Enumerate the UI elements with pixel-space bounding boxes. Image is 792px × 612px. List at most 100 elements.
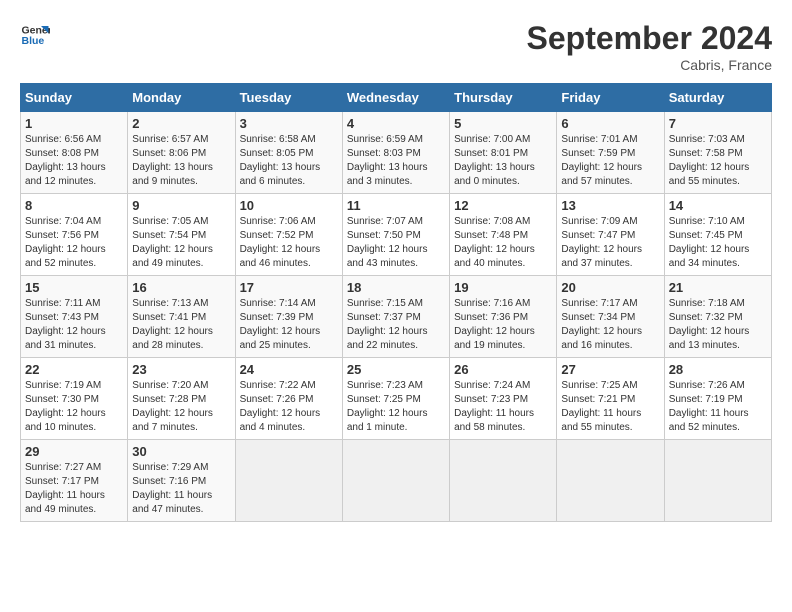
day-detail: Sunrise: 7:01 AMSunset: 7:59 PMDaylight:… <box>561 133 659 189</box>
calendar-day-cell: 18 Sunrise: 7:15 AMSunset: 7:37 PMDayligh… <box>342 276 449 358</box>
calendar-day-cell <box>557 440 664 522</box>
calendar-day-cell: 14 Sunrise: 7:10 AMSunset: 7:45 PMDayligh… <box>664 194 771 276</box>
day-detail: Sunrise: 7:20 AMSunset: 7:28 PMDaylight:… <box>132 379 230 435</box>
day-detail: Sunrise: 7:18 AMSunset: 7:32 PMDaylight:… <box>669 297 767 353</box>
header: General Blue September 2024 Cabris, Fran… <box>20 20 772 73</box>
calendar-day-cell: 10 Sunrise: 7:06 AMSunset: 7:52 PMDayligh… <box>235 194 342 276</box>
day-number: 6 <box>561 116 659 131</box>
calendar-day-cell: 17Sunrise: 7:14 AMSunset: 7:39 PMDayligh… <box>235 276 342 358</box>
calendar-day-cell: 23 Sunrise: 7:20 AMSunset: 7:28 PMDayligh… <box>128 358 235 440</box>
day-detail: Sunrise: 7:04 AMSunset: 7:56 PMDaylight:… <box>25 215 123 271</box>
day-number: 28 <box>669 362 767 377</box>
calendar-day-cell: 16 Sunrise: 7:13 AMSunset: 7:41 PMDayligh… <box>128 276 235 358</box>
calendar-week-row: 1Sunrise: 6:56 AMSunset: 8:08 PMDaylight… <box>21 112 772 194</box>
calendar-day-cell: 22 Sunrise: 7:19 AMSunset: 7:30 PMDayligh… <box>21 358 128 440</box>
column-header-sunday: Sunday <box>21 84 128 112</box>
column-header-monday: Monday <box>128 84 235 112</box>
day-detail: Sunrise: 7:26 AMSunset: 7:19 PMDaylight:… <box>669 379 767 435</box>
day-number: 16 <box>132 280 230 295</box>
calendar-day-cell: 5 Sunrise: 7:00 AMSunset: 8:01 PMDaylight… <box>450 112 557 194</box>
day-number: 2 <box>132 116 230 131</box>
calendar-day-cell: 30 Sunrise: 7:29 AMSunset: 7:16 PMDayligh… <box>128 440 235 522</box>
day-number: 24 <box>240 362 338 377</box>
calendar-day-cell: 11 Sunrise: 7:07 AMSunset: 7:50 PMDayligh… <box>342 194 449 276</box>
calendar-week-row: 22 Sunrise: 7:19 AMSunset: 7:30 PMDayligh… <box>21 358 772 440</box>
day-number: 10 <box>240 198 338 213</box>
column-header-saturday: Saturday <box>664 84 771 112</box>
calendar-day-cell: 13 Sunrise: 7:09 AMSunset: 7:47 PMDayligh… <box>557 194 664 276</box>
logo: General Blue <box>20 20 50 50</box>
column-header-wednesday: Wednesday <box>342 84 449 112</box>
calendar-day-cell: 21 Sunrise: 7:18 AMSunset: 7:32 PMDayligh… <box>664 276 771 358</box>
day-number: 25 <box>347 362 445 377</box>
calendar-day-cell: 15Sunrise: 7:11 AMSunset: 7:43 PMDayligh… <box>21 276 128 358</box>
title-area: September 2024 Cabris, France <box>527 20 772 73</box>
day-detail: Sunrise: 6:58 AMSunset: 8:05 PMDaylight:… <box>240 133 338 189</box>
day-detail: Sunrise: 7:15 AMSunset: 7:37 PMDaylight:… <box>347 297 445 353</box>
calendar-day-cell: 8 Sunrise: 7:04 AMSunset: 7:56 PMDaylight… <box>21 194 128 276</box>
column-header-thursday: Thursday <box>450 84 557 112</box>
calendar-day-cell: 25Sunrise: 7:23 AMSunset: 7:25 PMDayligh… <box>342 358 449 440</box>
day-detail: Sunrise: 7:13 AMSunset: 7:41 PMDaylight:… <box>132 297 230 353</box>
day-number: 4 <box>347 116 445 131</box>
calendar-day-cell: 19Sunrise: 7:16 AMSunset: 7:36 PMDayligh… <box>450 276 557 358</box>
calendar-day-cell: 9 Sunrise: 7:05 AMSunset: 7:54 PMDaylight… <box>128 194 235 276</box>
day-detail: Sunrise: 7:03 AMSunset: 7:58 PMDaylight:… <box>669 133 767 189</box>
day-number: 8 <box>25 198 123 213</box>
calendar-week-row: 29 Sunrise: 7:27 AMSunset: 7:17 PMDayligh… <box>21 440 772 522</box>
calendar-day-cell: 7 Sunrise: 7:03 AMSunset: 7:58 PMDaylight… <box>664 112 771 194</box>
day-detail: Sunrise: 7:27 AMSunset: 7:17 PMDaylight:… <box>25 461 123 517</box>
calendar-day-cell: 24 Sunrise: 7:22 AMSunset: 7:26 PMDayligh… <box>235 358 342 440</box>
day-detail: Sunrise: 7:25 AMSunset: 7:21 PMDaylight:… <box>561 379 659 435</box>
day-number: 3 <box>240 116 338 131</box>
day-number: 18 <box>347 280 445 295</box>
calendar-day-cell: 28 Sunrise: 7:26 AMSunset: 7:19 PMDayligh… <box>664 358 771 440</box>
calendar-day-cell <box>450 440 557 522</box>
day-detail: Sunrise: 7:19 AMSunset: 7:30 PMDaylight:… <box>25 379 123 435</box>
day-number: 20 <box>561 280 659 295</box>
day-number: 5 <box>454 116 552 131</box>
calendar-day-cell: 12 Sunrise: 7:08 AMSunset: 7:48 PMDayligh… <box>450 194 557 276</box>
day-detail: Sunrise: 7:00 AMSunset: 8:01 PMDaylight:… <box>454 133 552 189</box>
day-number: 23 <box>132 362 230 377</box>
day-detail: Sunrise: 7:06 AMSunset: 7:52 PMDaylight:… <box>240 215 338 271</box>
calendar-week-row: 8 Sunrise: 7:04 AMSunset: 7:56 PMDaylight… <box>21 194 772 276</box>
day-detail: Sunrise: 7:08 AMSunset: 7:48 PMDaylight:… <box>454 215 552 271</box>
day-number: 12 <box>454 198 552 213</box>
day-number: 26 <box>454 362 552 377</box>
calendar-table: SundayMondayTuesdayWednesdayThursdayFrid… <box>20 83 772 522</box>
day-number: 21 <box>669 280 767 295</box>
day-number: 9 <box>132 198 230 213</box>
day-detail: Sunrise: 7:29 AMSunset: 7:16 PMDaylight:… <box>132 461 230 517</box>
calendar-day-cell <box>235 440 342 522</box>
day-number: 13 <box>561 198 659 213</box>
day-detail: Sunrise: 6:56 AMSunset: 8:08 PMDaylight:… <box>25 133 123 189</box>
calendar-header-row: SundayMondayTuesdayWednesdayThursdayFrid… <box>21 84 772 112</box>
day-number: 19 <box>454 280 552 295</box>
logo-icon: General Blue <box>20 20 50 50</box>
day-detail: Sunrise: 7:05 AMSunset: 7:54 PMDaylight:… <box>132 215 230 271</box>
day-detail: Sunrise: 7:11 AMSunset: 7:43 PMDaylight:… <box>25 297 123 353</box>
day-detail: Sunrise: 7:24 AMSunset: 7:23 PMDaylight:… <box>454 379 552 435</box>
day-detail: Sunrise: 7:09 AMSunset: 7:47 PMDaylight:… <box>561 215 659 271</box>
calendar-day-cell <box>342 440 449 522</box>
calendar-day-cell: 1Sunrise: 6:56 AMSunset: 8:08 PMDaylight… <box>21 112 128 194</box>
calendar-day-cell: 29 Sunrise: 7:27 AMSunset: 7:17 PMDayligh… <box>21 440 128 522</box>
svg-text:Blue: Blue <box>22 35 45 47</box>
calendar-week-row: 15Sunrise: 7:11 AMSunset: 7:43 PMDayligh… <box>21 276 772 358</box>
day-number: 17 <box>240 280 338 295</box>
day-detail: Sunrise: 7:07 AMSunset: 7:50 PMDaylight:… <box>347 215 445 271</box>
day-number: 14 <box>669 198 767 213</box>
day-number: 30 <box>132 444 230 459</box>
column-header-friday: Friday <box>557 84 664 112</box>
day-number: 29 <box>25 444 123 459</box>
day-detail: Sunrise: 7:10 AMSunset: 7:45 PMDaylight:… <box>669 215 767 271</box>
calendar-day-cell <box>664 440 771 522</box>
day-number: 7 <box>669 116 767 131</box>
calendar-day-cell: 3 Sunrise: 6:58 AMSunset: 8:05 PMDaylight… <box>235 112 342 194</box>
day-number: 22 <box>25 362 123 377</box>
day-number: 11 <box>347 198 445 213</box>
calendar-day-cell: 26 Sunrise: 7:24 AMSunset: 7:23 PMDayligh… <box>450 358 557 440</box>
day-detail: Sunrise: 7:22 AMSunset: 7:26 PMDaylight:… <box>240 379 338 435</box>
day-detail: Sunrise: 6:59 AMSunset: 8:03 PMDaylight:… <box>347 133 445 189</box>
